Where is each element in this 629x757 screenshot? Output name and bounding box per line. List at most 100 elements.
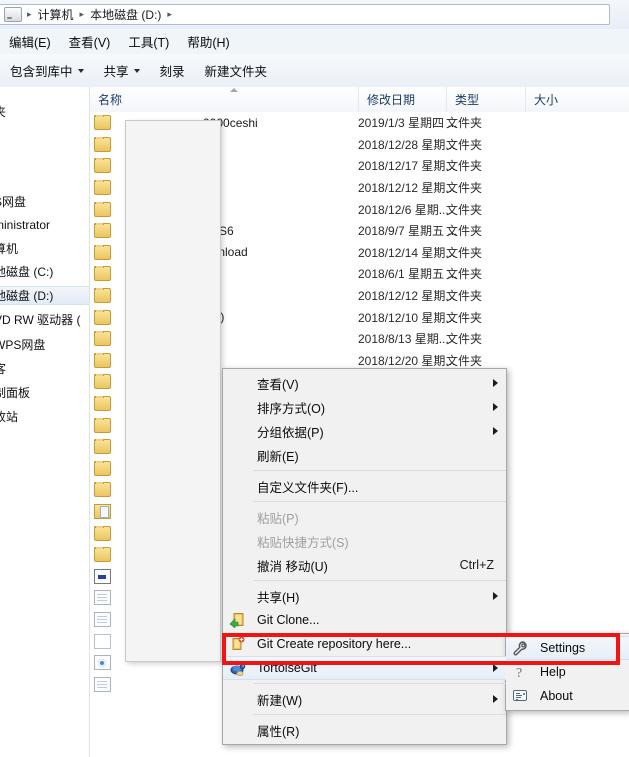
breadcrumb-local-disk-d[interactable]: 本地磁盘 (D:) [87,5,164,24]
explorer-window: ▸ 计算机 ▸ 本地磁盘 (D:) ▸ 编辑(E) 查看(V) 工具(T) 帮助… [0,0,629,757]
context-menu[interactable]: 查看(V) 排序方式(O) 分组依据(P) 刷新(E) 自定义文件夹(F)... 粘贴(P… [222,368,507,745]
submenu-arrow-icon [493,403,498,411]
sidebar-item-9[interactable]: 制面板 [0,383,89,402]
submenu-item-about[interactable]: About [506,684,629,708]
folder-icon [94,266,111,282]
toolbar-burn[interactable]: 刻录 [150,57,195,84]
folder-icon [94,201,111,217]
address-input[interactable]: ▸ 计算机 ▸ 本地磁盘 (D:) ▸ [0,4,610,25]
context-menu-item-12[interactable]: 新建(W) [223,687,506,711]
menu-tools[interactable]: 工具(T) [119,30,178,53]
folder-icon [94,547,111,563]
context-menu-separator [253,683,506,684]
file-type-cell: 文件夹 [446,159,483,174]
file-type-cell: 文件夹 [446,332,483,347]
breadcrumb-computer[interactable]: 计算机 [35,5,77,24]
context-menu-item-label: 粘贴(P) [257,511,299,526]
context-menu-item-8[interactable]: 共享(H) [223,584,506,608]
sidebar-item-7[interactable]: WPS网盘 [0,335,89,354]
sidebar-item-2[interactable]: ministrator [0,215,89,234]
context-menu-separator [253,580,506,581]
submenu-item-settings[interactable]: Settings [506,636,629,660]
sidebar-item-5[interactable]: 地磁盘 (D:) [0,286,89,305]
folder-icon [94,396,111,412]
submenu-arrow-icon [493,592,498,600]
file-list-header: 名称 修改日期 类型 大小 [90,87,629,113]
menu-help[interactable]: 帮助(H) [178,30,238,53]
submenu-arrow-icon [493,427,498,435]
context-menu-item-1[interactable]: 排序方式(O) [223,395,506,419]
address-bar: ▸ 计算机 ▸ 本地磁盘 (D:) ▸ [0,0,629,30]
tortoisegit-icon [229,660,246,676]
context-menu-item-10[interactable]: Git Create repository here... [223,632,506,656]
file-date-cell: 2018/12/10 星期... [358,310,456,325]
context-menu-item-13[interactable]: 属性(R) [223,718,506,742]
chevron-down-icon [77,68,84,73]
file-type-cell: 文件夹 [446,137,483,152]
column-header-date[interactable]: 修改日期 [358,87,446,112]
context-menu-item-7[interactable]: 撤消 移动(U) Ctrl+Z [223,553,506,577]
context-menu-separator [253,470,506,471]
document-icon [94,676,111,692]
sidebar-item-label: 收站 [0,410,19,424]
sidebar-item-4[interactable]: 地磁盘 (C:) [0,262,89,281]
submenu-item-label: Settings [540,641,586,655]
context-menu-item-label: Git Clone... [257,613,320,627]
folder-icon [94,309,111,325]
sidebar-item-label: 地磁盘 (C:) [0,265,54,279]
submenu-item-label: Help [540,665,566,679]
context-menu-item-label: 粘贴快捷方式(S) [257,535,349,550]
folder-icon [94,374,111,390]
toolbar-new-folder[interactable]: 新建文件夹 [195,57,278,84]
breadcrumb-separator-0: ▸ [27,9,32,19]
column-header-size[interactable]: 大小 [525,87,629,112]
blank-overlay-panel [125,120,221,662]
folder-icon [94,460,111,476]
file-type-cell: 文件夹 [446,267,483,282]
command-toolbar: 包含到库中 共享 刻录 新建文件夹 [0,54,629,88]
info-icon [512,688,529,704]
column-header-name[interactable]: 名称 [90,87,358,112]
sidebar-item-1[interactable]: S网盘 [0,192,89,211]
context-menu-item-9[interactable]: Git Clone... [223,608,506,632]
submenu-item-label: About [540,689,573,703]
svg-text:?: ? [516,666,522,680]
folder-icon [94,439,111,455]
submenu-arrow-icon [493,379,498,387]
navigation-pane: 夹 S网盘 ministrator 算机地磁盘 (C:) 地磁盘 (D:) VD RW 驱… [0,87,90,757]
context-menu-item-4[interactable]: 自定义文件夹(F)... [223,474,506,498]
wrench-icon [512,640,529,656]
submenu-item-help[interactable]: ? Help [506,660,629,684]
file-type-cell: 文件夹 [446,116,483,131]
git-clone-icon [229,612,246,629]
toolbar-include-in-library[interactable]: 包含到库中 [0,57,94,84]
application-icon [94,568,111,584]
sidebar-item-label: S网盘 [0,195,27,209]
toolbar-share[interactable]: 共享 [94,57,150,84]
sidebar-item-10[interactable]: 收站 [0,407,89,426]
column-header-name-label: 名称 [98,93,123,107]
menu-view[interactable]: 查看(V) [60,30,120,53]
file-date-cell: 2018/12/17 星期... [358,159,456,174]
menu-edit[interactable]: 编辑(E) [0,30,60,53]
sidebar-item-6[interactable]: VD RW 驱动器 ( [0,310,89,329]
file-date-cell: 2018/6/1 星期五 ... [358,267,458,282]
context-menu-item-2[interactable]: 分组依据(P) [223,419,506,443]
folder-icon [94,180,111,196]
folder-icon [94,525,111,541]
sidebar-item-3[interactable]: 算机 [0,239,89,258]
context-menu-item-5: 粘贴(P) [223,505,506,529]
column-header-type[interactable]: 类型 [446,87,525,112]
breadcrumb-separator-2[interactable]: ▸ [164,10,175,19]
context-menu-item-0[interactable]: 查看(V) [223,371,506,395]
context-menu-item-11[interactable]: TortoiseGit [223,656,506,680]
context-menu-separator [253,714,506,715]
context-menu-item-6: 粘贴快捷方式(S) [223,529,506,553]
file-date-cell: 2018/12/12 星期... [358,181,456,196]
tortoisegit-submenu[interactable]: Settings? Help About [505,633,629,711]
context-menu-item-3[interactable]: 刷新(E) [223,443,506,467]
context-menu-item-label: 排序方式(O) [257,401,326,416]
sidebar-item-8[interactable]: 客 [0,359,89,378]
sidebar-item-0[interactable]: 夹 [0,102,89,121]
git-create-repo-icon [229,636,246,652]
